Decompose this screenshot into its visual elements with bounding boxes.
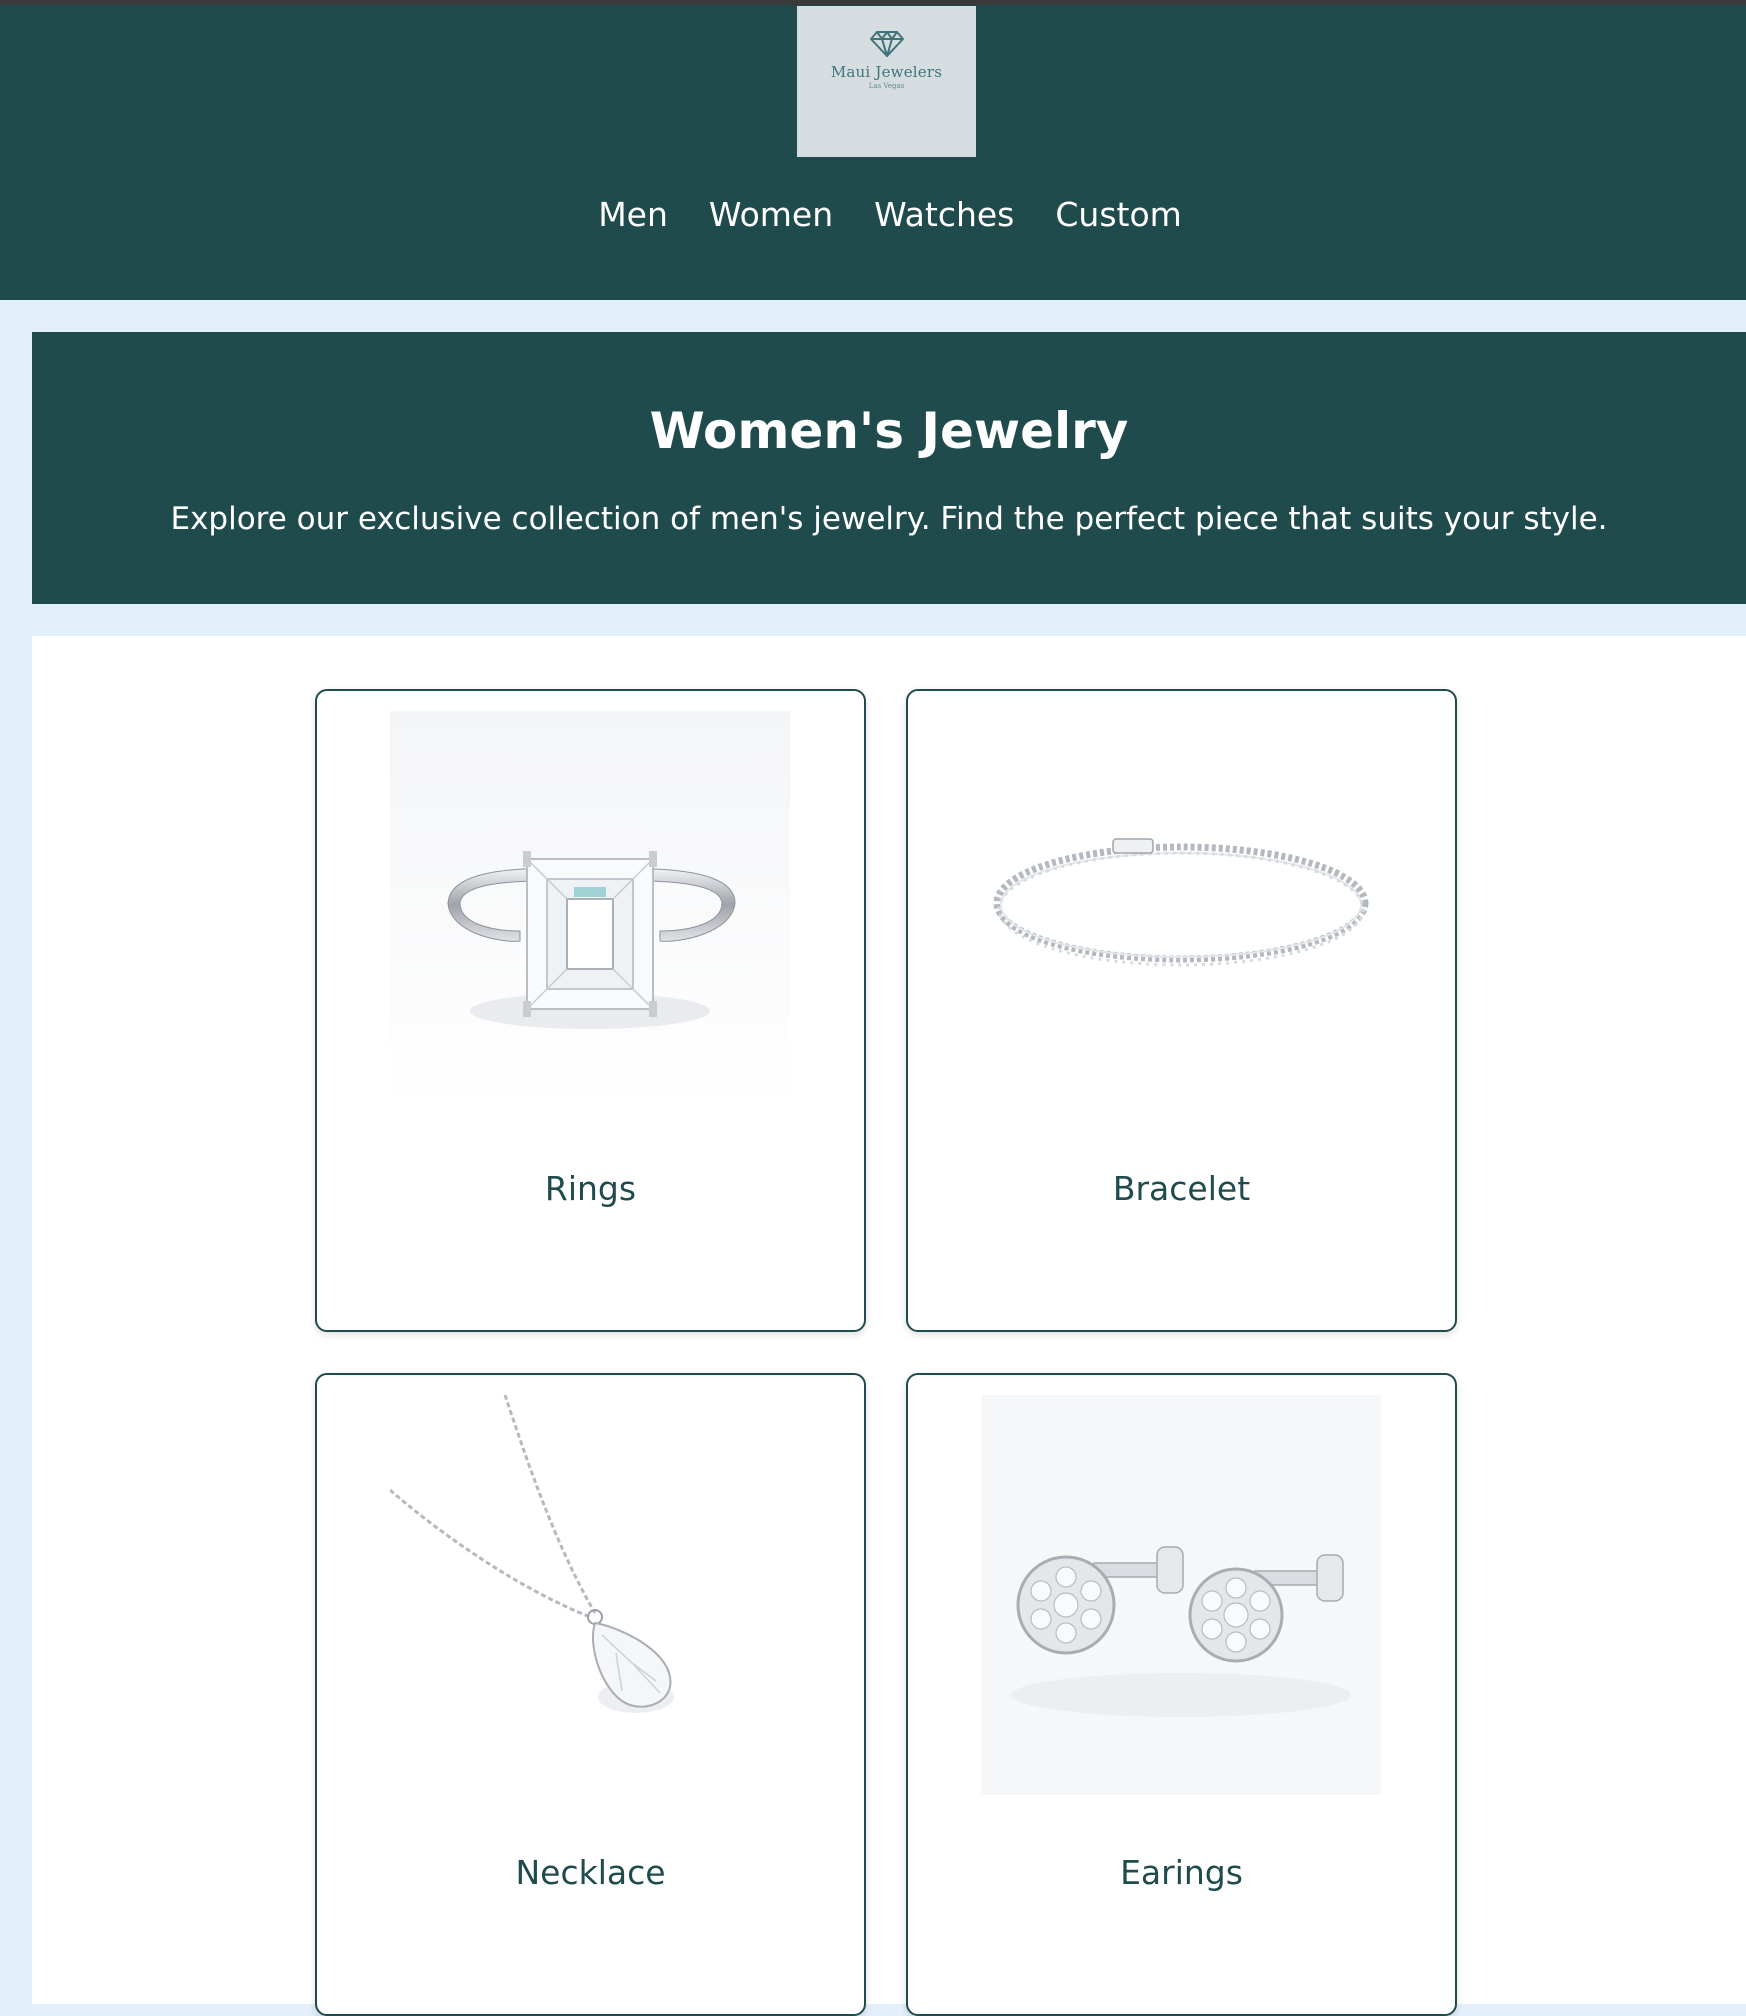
hero-subtitle: Explore our exclusive collection of men'… [170, 501, 1608, 537]
earrings-image [981, 1395, 1381, 1795]
category-card-necklace[interactable]: Necklace [315, 1373, 866, 2016]
nav-link-women[interactable]: Women [709, 195, 833, 234]
nav-link-men[interactable]: Men [598, 195, 668, 234]
category-label-rings: Rings [544, 1169, 637, 1208]
category-grid: Rings Bracelet Necklace Earings [32, 636, 1746, 2016]
category-label-bracelet: Bracelet [1112, 1169, 1251, 1208]
nav-link-watches[interactable]: Watches [874, 195, 1014, 234]
category-card-earings[interactable]: Earings [906, 1373, 1457, 2016]
page-title: Women's Jewelry [649, 402, 1129, 460]
category-card-bracelet[interactable]: Bracelet [906, 689, 1457, 1332]
category-card-rings[interactable]: Rings [315, 689, 866, 1332]
main-nav: Men Women Watches Custom [0, 195, 1746, 234]
logo-location: Las Vegas [868, 82, 905, 90]
hero-banner: Women's Jewelry Explore our exclusive co… [32, 332, 1746, 604]
diamond-icon [869, 31, 904, 57]
nav-link-custom[interactable]: Custom [1055, 195, 1181, 234]
necklace-image [390, 1395, 790, 1795]
site-header: Maui Jewelers Las Vegas Men Women Watche… [0, 5, 1746, 300]
site-logo[interactable]: Maui Jewelers Las Vegas [797, 6, 976, 157]
category-label-necklace: Necklace [515, 1853, 666, 1892]
logo-brand-name: Maui Jewelers [830, 63, 943, 81]
ring-image [390, 711, 790, 1111]
bracelet-image [981, 711, 1381, 1111]
category-label-earings: Earings [1120, 1853, 1243, 1892]
